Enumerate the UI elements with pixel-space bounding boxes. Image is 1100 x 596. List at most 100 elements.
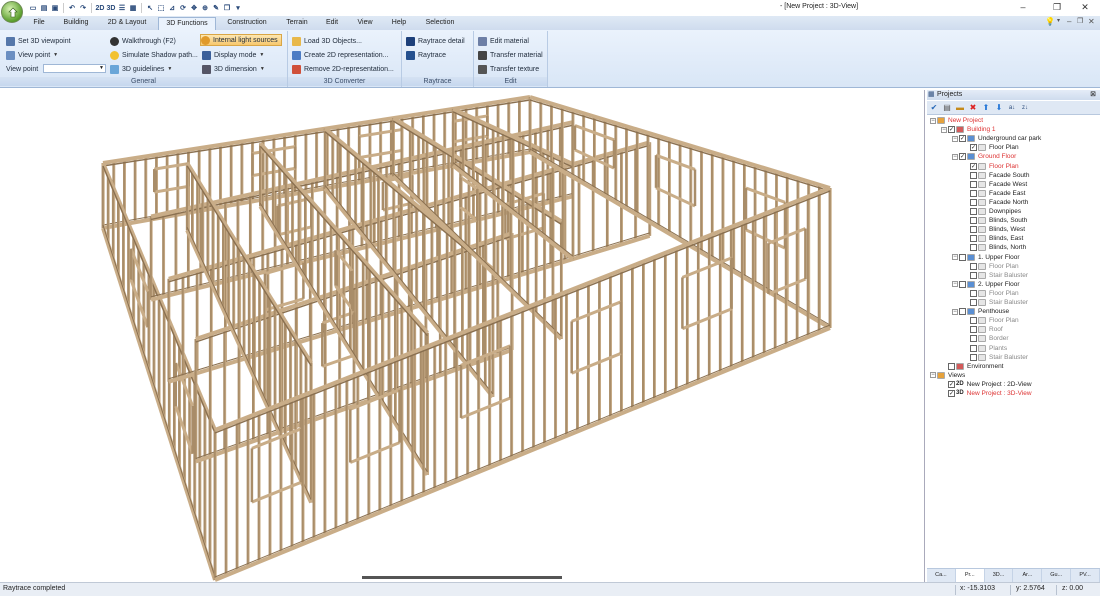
- undo-icon[interactable]: ↶: [67, 3, 77, 13]
- sort-ascending-icon[interactable]: a↓: [1007, 103, 1017, 113]
- tree-node[interactable]: − ✓ Underground car park: [952, 134, 1041, 143]
- tree-node[interactable]: Floor Plan: [963, 316, 1019, 325]
- transfer-texture-button[interactable]: Transfer texture: [478, 63, 539, 75]
- tree-expand-toggle[interactable]: −: [930, 372, 936, 379]
- tree-node[interactable]: − Views: [930, 371, 965, 380]
- table-icon[interactable]: ▦: [128, 3, 138, 13]
- tree-visibility-checkbox[interactable]: [970, 335, 977, 343]
- walk-icon[interactable]: ⟳: [178, 3, 188, 13]
- help-dropdown-icon[interactable]: ▾: [1057, 17, 1060, 24]
- properties-icon[interactable]: ▤: [942, 103, 952, 113]
- tree-visibility-checkbox[interactable]: [970, 317, 977, 325]
- tree-node[interactable]: − Penthouse: [952, 307, 1009, 316]
- ribbon-close-icon[interactable]: ✕: [1088, 17, 1095, 26]
- tree-visibility-checkbox[interactable]: ✓: [970, 144, 977, 152]
- tab-view[interactable]: View: [352, 17, 378, 30]
- 3d-guidelines-dropdown[interactable]: 3D guidelines ▼: [110, 63, 172, 75]
- application-menu-button[interactable]: [1, 1, 23, 23]
- tree-node[interactable]: Facade West: [963, 180, 1027, 189]
- save-icon[interactable]: ▣: [50, 3, 60, 13]
- pan-icon[interactable]: ✥: [189, 3, 199, 13]
- check-icon[interactable]: ✔: [929, 103, 939, 113]
- tree-expand-toggle[interactable]: −: [930, 117, 936, 124]
- tree-visibility-checkbox[interactable]: [970, 235, 977, 243]
- minimize-button[interactable]: –: [1016, 2, 1030, 13]
- tree-node[interactable]: − 2. Upper Floor: [952, 280, 1020, 289]
- tree-visibility-checkbox[interactable]: [970, 217, 977, 225]
- panel-tab-catalog[interactable]: Ca...: [927, 569, 956, 582]
- tree-node[interactable]: ✓ Floor Plan: [963, 162, 1019, 171]
- tree-visibility-checkbox[interactable]: [970, 299, 977, 306]
- tree-node[interactable]: Stair Baluster: [963, 271, 1028, 280]
- panel-tab-ar[interactable]: Ar...: [1013, 569, 1043, 582]
- delete-icon[interactable]: ✖: [968, 103, 978, 113]
- tab-file[interactable]: File: [28, 17, 50, 30]
- tree-visibility-checkbox[interactable]: [970, 289, 977, 297]
- tree-node[interactable]: − ✓ Building 1: [941, 125, 996, 134]
- tree-node[interactable]: − ✓ Ground Floor: [952, 152, 1016, 161]
- close-button[interactable]: ✕: [1078, 2, 1092, 13]
- tab-3d-functions[interactable]: 3D Functions: [158, 17, 216, 30]
- transfer-material-button[interactable]: Transfer material: [478, 49, 543, 61]
- 3d-viewport[interactable]: [0, 90, 925, 582]
- tree-node[interactable]: Roof: [963, 325, 1003, 334]
- set-3d-viewpoint-button[interactable]: Set 3D viewpoint: [6, 35, 71, 47]
- internal-light-sources-button[interactable]: Internal light sources: [200, 34, 282, 46]
- tree-visibility-checkbox[interactable]: [970, 326, 977, 334]
- view-3d-button[interactable]: 3D: [106, 3, 116, 13]
- tree-node[interactable]: Environment: [941, 362, 1004, 371]
- tree-visibility-checkbox[interactable]: [970, 198, 977, 206]
- tree-node[interactable]: Blinds, South: [963, 216, 1027, 225]
- timber-frame-model[interactable]: [0, 90, 925, 582]
- pen-icon[interactable]: ✎: [211, 3, 221, 13]
- tree-node[interactable]: Floor Plan: [963, 289, 1019, 298]
- tree-visibility-checkbox[interactable]: ✓: [970, 162, 977, 170]
- tree-node[interactable]: Border: [963, 334, 1009, 343]
- tab-building[interactable]: Building: [56, 17, 96, 30]
- tree-visibility-checkbox[interactable]: ✓: [948, 390, 955, 397]
- tree-visibility-checkbox[interactable]: [970, 344, 977, 352]
- sort-descending-icon[interactable]: z↓: [1020, 103, 1030, 113]
- tree-node[interactable]: Facade East: [963, 189, 1026, 198]
- maximize-button[interactable]: ❐: [1050, 2, 1064, 13]
- tree-expand-toggle[interactable]: −: [941, 126, 947, 133]
- panel-pin-icon[interactable]: ⊠: [1090, 90, 1096, 100]
- panel-tab-guidelines[interactable]: Gu...: [1042, 569, 1072, 582]
- tree-visibility-checkbox[interactable]: [970, 353, 977, 361]
- tree-visibility-checkbox[interactable]: [970, 262, 977, 270]
- tree-expand-toggle[interactable]: −: [952, 153, 958, 160]
- tree-expand-toggle[interactable]: −: [952, 254, 958, 260]
- tree-node[interactable]: Stair Baluster: [963, 353, 1028, 362]
- arrow-up-icon[interactable]: ⬆: [981, 103, 991, 113]
- raytrace-detail-button[interactable]: Raytrace detail: [406, 35, 465, 47]
- measure-icon[interactable]: ⊿: [167, 3, 177, 13]
- tree-node[interactable]: Downpipes: [963, 207, 1021, 216]
- tree-visibility-checkbox[interactable]: ✓: [959, 153, 966, 161]
- tree-expand-toggle[interactable]: −: [952, 281, 958, 288]
- tree-visibility-checkbox[interactable]: [959, 308, 966, 316]
- tree-visibility-checkbox[interactable]: [970, 171, 977, 179]
- load-3d-objects-button[interactable]: Load 3D Objects...: [292, 35, 362, 47]
- panel-tab-pv[interactable]: PV...: [1071, 569, 1100, 582]
- arrow-down-icon[interactable]: ⬇: [994, 103, 1004, 113]
- copy-icon[interactable]: ❐: [222, 3, 232, 13]
- tree-node[interactable]: Blinds, West: [963, 225, 1025, 234]
- tab-2d-layout[interactable]: 2D & Layout: [100, 17, 154, 30]
- tree-node[interactable]: Blinds, North: [963, 243, 1026, 252]
- view-point-select[interactable]: ▼: [43, 64, 106, 73]
- tree-node[interactable]: Plants: [963, 344, 1007, 353]
- tree-node[interactable]: ✓ 3D New Project : 3D-View: [941, 389, 1032, 398]
- tab-edit[interactable]: Edit: [320, 17, 344, 30]
- display-mode-dropdown[interactable]: Display mode ▼: [202, 49, 264, 61]
- tab-selection[interactable]: Selection: [420, 17, 460, 30]
- tree-node[interactable]: Floor Plan: [963, 262, 1019, 271]
- select-icon[interactable]: ⬚: [156, 3, 166, 13]
- panel-tab-projects[interactable]: Pr...: [955, 569, 985, 582]
- tree-visibility-checkbox[interactable]: [970, 226, 977, 234]
- tree-node[interactable]: ✓ 2D New Project : 2D-View: [941, 380, 1032, 389]
- tree-node[interactable]: Blinds, East: [963, 234, 1023, 243]
- ribbon-restore-icon[interactable]: ❐: [1077, 17, 1083, 25]
- redo-icon[interactable]: ↷: [78, 3, 88, 13]
- customize-qat-icon[interactable]: ▾: [233, 3, 243, 13]
- open-folder-icon[interactable]: ▤: [39, 3, 49, 13]
